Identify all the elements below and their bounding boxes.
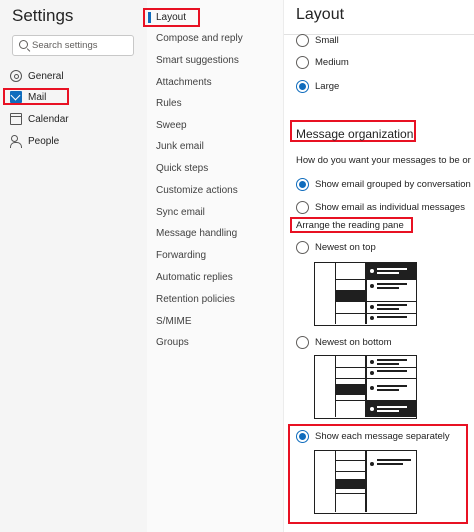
text-size-small-option[interactable]: Small [296,34,339,47]
newest-on-top-preview [314,262,417,326]
nav-item-customize-actions[interactable]: Customize actions [156,185,238,196]
nav-item-layout[interactable]: Layout [156,12,186,23]
search-icon [19,40,28,49]
text-size-medium-option[interactable]: Medium [296,56,349,69]
individual-messages-option[interactable]: Show email as individual messages [296,201,465,214]
radio-label: Large [315,81,340,92]
settings-item-calendar[interactable]: Calendar [10,111,69,127]
radio-button[interactable] [296,34,309,47]
calendar-icon [10,113,22,125]
newest-on-top-option[interactable]: Newest on top [296,241,376,254]
settings-title: Settings [12,6,74,25]
question-text: How do you want your messages to be or [296,155,471,166]
radio-button[interactable] [296,336,309,349]
radio-label: Newest on bottom [315,337,392,348]
nav-item-rules[interactable]: Rules [156,98,182,109]
nav-item-smime[interactable]: S/MIME [156,316,192,327]
radio-label: Small [315,35,339,46]
radio-button-checked[interactable] [296,430,309,443]
radio-button-checked[interactable] [296,80,309,93]
grouped-by-conversation-option[interactable]: Show email grouped by conversation [296,178,471,191]
settings-item-label: People [28,135,60,147]
radio-button-checked[interactable] [296,178,309,191]
settings-item-general[interactable]: General [10,68,64,84]
search-box[interactable] [12,35,134,56]
radio-button[interactable] [296,201,309,214]
layout-pane: Layout Small Medium Large Message organi… [284,0,474,532]
nav-item-message-handling[interactable]: Message handling [156,228,237,239]
nav-item-attachments[interactable]: Attachments [156,77,212,88]
nav-item-retention-policies[interactable]: Retention policies [156,294,235,305]
nav-item-junk-email[interactable]: Junk email [156,141,204,152]
radio-button[interactable] [296,56,309,69]
radio-label: Show each message separately [315,431,450,442]
settings-item-label: Calendar [28,113,69,125]
nav-item-groups[interactable]: Groups [156,337,189,348]
nav-item-quick-steps[interactable]: Quick steps [156,163,208,174]
people-icon [10,135,22,148]
nav-item-smart-suggestions[interactable]: Smart suggestions [156,55,239,66]
settings-item-label: General [28,70,64,82]
gear-icon [10,70,22,82]
mail-highlight-box [3,88,69,105]
radio-label: Show email grouped by conversation [315,179,471,190]
radio-button[interactable] [296,241,309,254]
search-input[interactable] [32,38,130,53]
nav-item-forwarding[interactable]: Forwarding [156,250,206,261]
show-separately-preview [314,450,417,514]
nav-item-sweep[interactable]: Sweep [156,120,187,131]
show-separately-option[interactable]: Show each message separately [296,430,450,443]
radio-label: Medium [315,57,349,68]
section-title-reading-pane: Arrange the reading pane [296,220,404,231]
nav-item-sync-email[interactable]: Sync email [156,207,205,218]
radio-label: Show email as individual messages [315,202,465,213]
text-size-large-option[interactable]: Large [296,80,339,93]
nav-item-compose[interactable]: Compose and reply [156,33,243,44]
page-title: Layout [296,6,345,23]
settings-item-people[interactable]: People [10,133,59,149]
settings-panel: Settings General Mail Calendar People [0,0,147,532]
section-title-message-organization: Message organization [296,127,414,141]
nav-item-automatic-replies[interactable]: Automatic replies [156,272,233,283]
radio-label: Newest on top [315,242,376,253]
newest-on-bottom-option[interactable]: Newest on bottom [296,336,392,349]
newest-on-bottom-preview [314,355,417,419]
